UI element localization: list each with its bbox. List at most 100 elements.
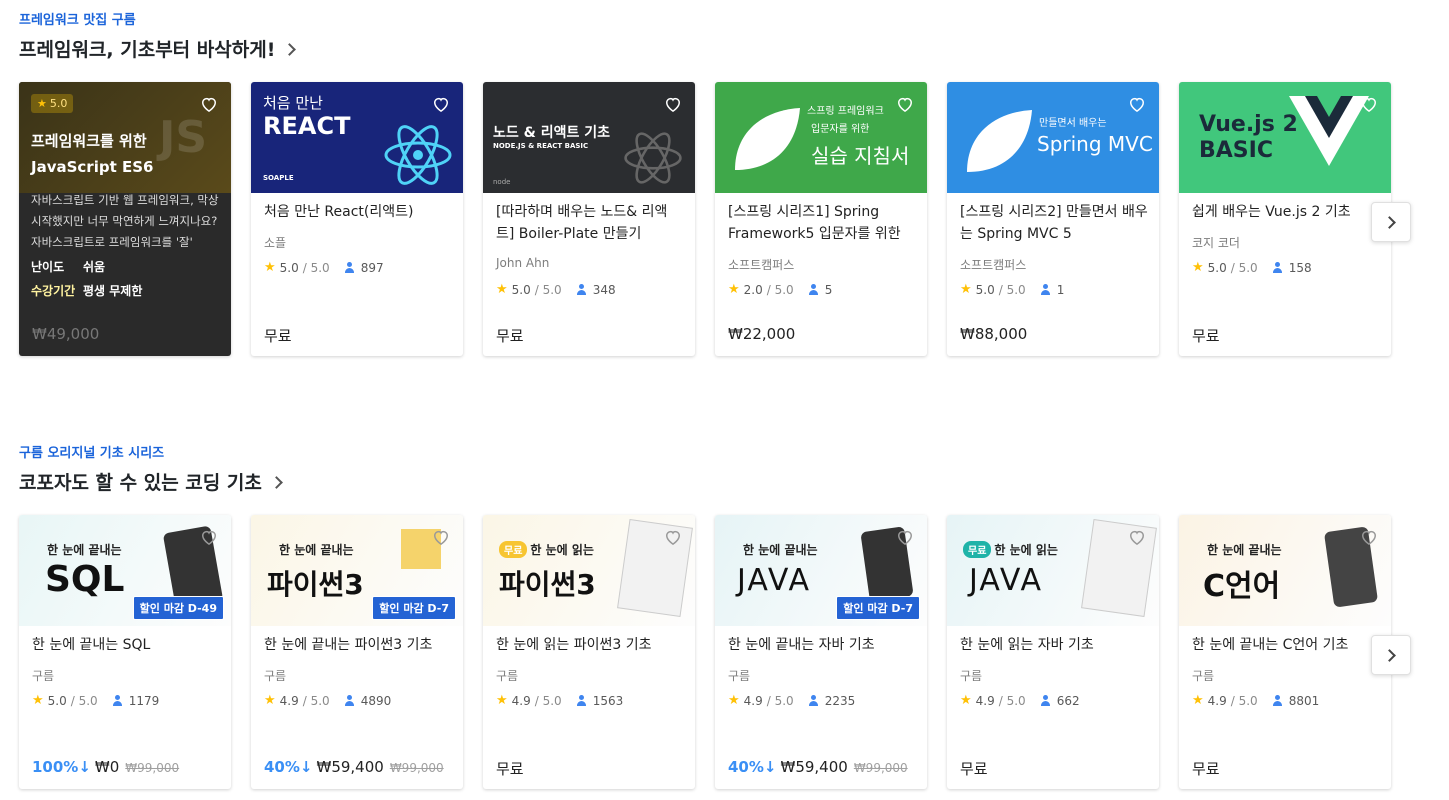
course-instructor: 구름 <box>960 669 983 683</box>
person-icon <box>344 695 355 706</box>
course-card[interactable]: 한 눈에 끝내는 C언어 한 눈에 끝내는 C언어 기초 구름 ★ 4.9 / … <box>1179 515 1391 789</box>
price-value: ₩59,400 <box>316 758 384 776</box>
carousel-next-button[interactable] <box>1371 202 1411 242</box>
course-price: 40%↓ ₩59,400 ₩99,000 <box>264 758 444 776</box>
rating-max: / 5.0 <box>302 260 330 275</box>
heart-outline-icon[interactable] <box>895 527 915 547</box>
course-price: 무료 <box>1192 325 1220 346</box>
person-icon <box>808 695 819 706</box>
course-price: 무료 <box>496 325 524 346</box>
section-eyebrow: 구름 오리지널 기초 시리즈 <box>19 446 165 461</box>
heart-outline-icon[interactable] <box>199 527 219 547</box>
price-value: ₩59,400 <box>780 758 848 776</box>
original-price: ₩99,000 <box>125 761 180 775</box>
heart-outline-icon[interactable] <box>431 527 451 547</box>
heart-outline-icon[interactable] <box>663 94 683 114</box>
course-title: 한 눈에 끝내는 C언어 기초 <box>1192 637 1349 653</box>
course-card[interactable]: 무료 한 눈에 읽는 파이썬3 한 눈에 읽는 파이썬3 기초 구름 ★ 4.9… <box>483 515 695 789</box>
person-icon <box>808 284 819 295</box>
course-card[interactable]: 노드 & 리액트 기초 NODE.JS & REACT BASIC node [… <box>483 82 695 356</box>
rating-max: / 5.0 <box>302 693 330 708</box>
price-value: ₩0 <box>94 758 120 776</box>
thumb-line1: 노드 & 리액트 기초 <box>493 125 610 141</box>
thumb-line1: 처음 만난 <box>263 94 323 112</box>
course-title: [따라하며 배우는 노드& 리액트] Boiler-Plate 만들기 <box>496 204 668 242</box>
course-rating: ★ 2.0 / 5.0 5 <box>728 282 832 297</box>
star-icon: ★ <box>496 693 508 708</box>
chevron-right-icon <box>283 43 297 56</box>
rating-value: 4.9 <box>511 693 531 708</box>
heart-outline-icon[interactable] <box>895 94 915 114</box>
course-instructor: 구름 <box>496 669 519 683</box>
rating-value: 4.9 <box>1207 693 1227 708</box>
section-heading: 코포자도 할 수 있는 코딩 기초 <box>19 472 262 494</box>
course-card[interactable]: 한 눈에 끝내는 SQL 할인 마감 D-49 한 눈에 끝내는 SQL 구름 … <box>19 515 231 789</box>
course-card[interactable]: 한 눈에 끝내는 JAVA 할인 마감 D-7 한 눈에 끝내는 자바 기초 구… <box>715 515 927 789</box>
thumb-subtitle-row: 무료 한 눈에 읽는 <box>499 541 594 558</box>
star-icon: ★ <box>728 282 740 297</box>
star-icon: ★ <box>960 693 972 708</box>
course-rating: ★ 5.0 / 5.0 348 <box>496 282 616 297</box>
course-card[interactable]: 처음 만난 REACT SOAPLE 처음 만난 React(리액트) 소플 ★… <box>251 82 463 356</box>
star-icon: ★ <box>37 97 47 110</box>
heart-outline-icon[interactable] <box>431 94 451 114</box>
course-price: ₩49,000 <box>32 325 99 343</box>
thumb-line1: Vue.js 2 <box>1199 112 1298 137</box>
star-icon: ★ <box>496 282 508 297</box>
course-price: 무료 <box>1192 758 1220 779</box>
chevron-right-icon <box>1382 215 1396 229</box>
carousel-next-button[interactable] <box>1371 635 1411 675</box>
course-card-hover[interactable]: JS ★ 5.0 프레임워크를 위한 JavaScript ES6 자바스크립트… <box>19 82 231 356</box>
difficulty-row: 난이도 쉬움 <box>31 258 105 275</box>
price-value: 무료 <box>496 760 524 778</box>
person-icon <box>112 695 123 706</box>
course-title-line1: 프레임워크를 위한 <box>31 132 147 150</box>
free-badge: 무료 <box>963 541 992 558</box>
rating-max: / 5.0 <box>534 282 562 297</box>
course-price: ₩22,000 <box>728 325 795 343</box>
star-icon: ★ <box>728 693 740 708</box>
heart-outline-icon[interactable] <box>1359 94 1379 114</box>
course-title: 처음 만난 React(리액트) <box>264 204 414 220</box>
course-rating: ★ 5.0 / 5.0 158 <box>1192 260 1312 275</box>
period-value: 평생 무제한 <box>83 284 143 298</box>
course-rating: ★ 4.9 / 5.0 2235 <box>728 693 855 708</box>
course-card[interactable]: 무료 한 눈에 읽는 JAVA 한 눈에 읽는 자바 기초 구름 ★ 4.9 /… <box>947 515 1159 789</box>
chevron-right-icon <box>1382 648 1396 662</box>
thumb-line3: 실습 지침서 <box>811 144 910 168</box>
difficulty-value: 쉬움 <box>83 260 106 274</box>
rating-value: 4.9 <box>743 693 763 708</box>
heart-outline-icon[interactable] <box>663 527 683 547</box>
course-card[interactable]: 한 눈에 끝내는 파이썬3 할인 마감 D-7 한 눈에 끝내는 파이썬3 기초… <box>251 515 463 789</box>
rating-value: 2.0 <box>743 282 763 297</box>
student-count: 5 <box>824 282 833 297</box>
difficulty-label: 난이도 <box>31 260 65 274</box>
course-rating: ★ 4.9 / 5.0 1563 <box>496 693 623 708</box>
course-instructor: 소프트캠퍼스 <box>728 258 795 272</box>
thumb-subtitle: 한 눈에 읽는 <box>994 543 1058 557</box>
thumb-line2: REACT <box>263 112 351 140</box>
course-price: 무료 <box>496 758 524 779</box>
course-rating: ★ 4.9 / 5.0 662 <box>960 693 1080 708</box>
course-card[interactable]: Vue.js 2 BASIC 쉽게 배우는 Vue.js 2 기초 코지 코더 … <box>1179 82 1391 356</box>
thumb-brand: SOAPLE <box>263 174 294 182</box>
course-instructor: John Ahn <box>496 256 550 270</box>
course-card[interactable]: 스프링 프레임워크 입문자를 위한 실습 지침서 [스프링 시리즈1] Spri… <box>715 82 927 356</box>
section-heading-link[interactable]: 코포자도 할 수 있는 코딩 기초 <box>19 468 283 495</box>
price-value: ₩22,000 <box>728 325 796 343</box>
course-title: 한 눈에 읽는 자바 기초 <box>960 637 1094 653</box>
heart-outline-icon[interactable] <box>1359 527 1379 547</box>
course-instructor: 구름 <box>264 669 287 683</box>
star-icon: ★ <box>264 260 276 275</box>
heart-outline-icon[interactable] <box>1127 94 1147 114</box>
course-description: 자바스크립트 기반 웹 프레임워크, 막상 시작했지만 너무 막연하게 느껴지나… <box>31 193 219 249</box>
section-heading-link[interactable]: 프레임워크, 기초부터 바삭하게! <box>19 35 297 62</box>
star-icon: ★ <box>264 693 276 708</box>
discount-deadline-tag: 할인 마감 D-49 <box>132 596 224 620</box>
person-icon <box>1272 262 1283 273</box>
heart-outline-icon[interactable] <box>199 94 219 114</box>
course-card[interactable]: 만들면서 배우는 Spring MVC 5 [스프링 시리즈2] 만들면서 배우… <box>947 82 1159 356</box>
heart-outline-icon[interactable] <box>1127 527 1147 547</box>
course-rating: ★ 5.0 / 5.0 1 <box>960 282 1064 297</box>
thumb-line2: 입문자를 위한 <box>811 124 870 135</box>
